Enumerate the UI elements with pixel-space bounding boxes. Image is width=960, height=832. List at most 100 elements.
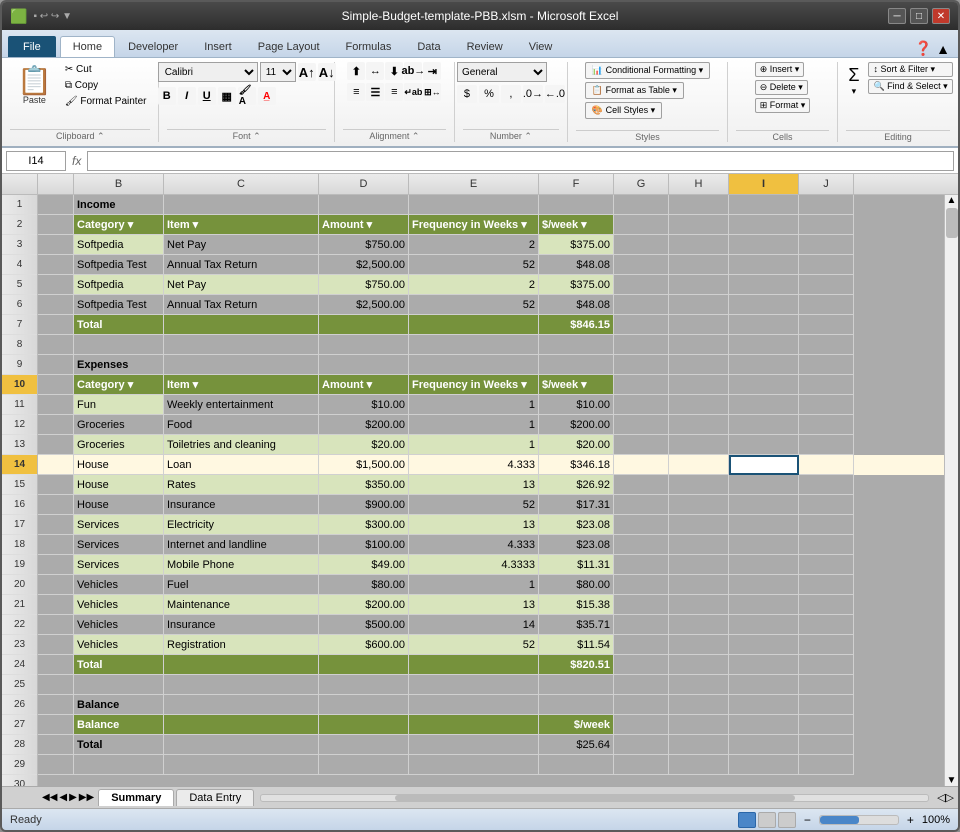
row-num-9[interactable]: 9 (2, 355, 37, 375)
row-num-30[interactable]: 30 (2, 775, 37, 786)
cell-I27[interactable] (729, 715, 799, 735)
cell-E9[interactable] (409, 355, 539, 375)
cut-button[interactable]: ✂ Cut (61, 62, 151, 77)
cell-G16[interactable] (614, 495, 669, 515)
cell-J15[interactable] (799, 475, 854, 495)
cell-E20[interactable]: 1 (409, 575, 539, 595)
cell-B22[interactable]: Vehicles (74, 615, 164, 635)
row-num-4[interactable]: 4 (2, 255, 37, 275)
cell-J11[interactable] (799, 395, 854, 415)
col-header-J[interactable]: J (799, 174, 854, 194)
cell-D3[interactable]: $750.00 (319, 235, 409, 255)
cell-D14[interactable]: $1,500.00 (319, 455, 409, 475)
cell-D11[interactable]: $10.00 (319, 395, 409, 415)
align-center-button[interactable]: ☰ (366, 83, 384, 101)
cell-B16[interactable]: House (74, 495, 164, 515)
cell-E16[interactable]: 52 (409, 495, 539, 515)
cell-J2[interactable] (799, 215, 854, 235)
cell-H15[interactable] (669, 475, 729, 495)
cell-B13[interactable]: Groceries (74, 435, 164, 455)
cell-B25[interactable] (74, 675, 164, 695)
col-header-A[interactable] (38, 174, 74, 194)
cell-J25[interactable] (799, 675, 854, 695)
cell-H24[interactable] (669, 655, 729, 675)
cell-C27[interactable] (164, 715, 319, 735)
cell-E8[interactable] (409, 335, 539, 355)
tab-review[interactable]: Review (454, 36, 516, 57)
cell-E2[interactable]: Frequency in Weeks ▾ (409, 215, 539, 235)
cell-H7[interactable] (669, 315, 729, 335)
increase-decimal-button[interactable]: .0→ (523, 85, 543, 103)
format-button[interactable]: ⊞ Format ▾ (755, 98, 811, 113)
cell-A1[interactable] (38, 195, 74, 215)
cell-C8[interactable] (164, 335, 319, 355)
row-num-27[interactable]: 27 (2, 715, 37, 735)
cell-J26[interactable] (799, 695, 854, 715)
currency-button[interactable]: $ (457, 85, 477, 103)
cell-J7[interactable] (799, 315, 854, 335)
conditional-formatting-button[interactable]: 📊 Conditional Formatting ▾ (585, 62, 710, 79)
row-num-26[interactable]: 26 (2, 695, 37, 715)
cell-D21[interactable]: $200.00 (319, 595, 409, 615)
sheet-scroll-right2-icon[interactable]: ▶▶ (79, 792, 94, 803)
cell-G22[interactable] (614, 615, 669, 635)
cell-A15[interactable] (38, 475, 74, 495)
cell-H3[interactable] (669, 235, 729, 255)
cell-F10[interactable]: $/week ▾ (539, 375, 614, 395)
cell-C14[interactable]: Loan (164, 455, 319, 475)
cell-C17[interactable]: Electricity (164, 515, 319, 535)
cell-I25[interactable] (729, 675, 799, 695)
number-format-select[interactable]: General (457, 62, 547, 82)
cell-F7[interactable]: $846.15 (539, 315, 614, 335)
cell-J5[interactable] (799, 275, 854, 295)
row-num-23[interactable]: 23 (2, 635, 37, 655)
cell-G18[interactable] (614, 535, 669, 555)
row-num-18[interactable]: 18 (2, 535, 37, 555)
cell-F12[interactable]: $200.00 (539, 415, 614, 435)
cell-G8[interactable] (614, 335, 669, 355)
cell-J17[interactable] (799, 515, 854, 535)
cell-C21[interactable]: Maintenance (164, 595, 319, 615)
cell-A21[interactable] (38, 595, 74, 615)
cell-H14[interactable] (669, 455, 729, 475)
cell-I29[interactable] (729, 755, 799, 775)
cell-E6[interactable]: 52 (409, 295, 539, 315)
cell-G19[interactable] (614, 555, 669, 575)
cell-C1[interactable] (164, 195, 319, 215)
cell-I26[interactable] (729, 695, 799, 715)
paste-button[interactable]: 📋 Paste (10, 62, 59, 110)
row-num-20[interactable]: 20 (2, 575, 37, 595)
cell-G4[interactable] (614, 255, 669, 275)
cell-G5[interactable] (614, 275, 669, 295)
cell-J19[interactable] (799, 555, 854, 575)
cell-H9[interactable] (669, 355, 729, 375)
cell-E12[interactable]: 1 (409, 415, 539, 435)
cell-I14[interactable] (729, 455, 799, 475)
cell-J6[interactable] (799, 295, 854, 315)
minimize-button[interactable]: ─ (888, 8, 906, 24)
cell-I15[interactable] (729, 475, 799, 495)
cell-E11[interactable]: 1 (409, 395, 539, 415)
font-color-button[interactable]: A̲ (258, 87, 276, 105)
cell-F29[interactable] (539, 755, 614, 775)
cell-G20[interactable] (614, 575, 669, 595)
border-button[interactable]: ▦ (218, 87, 236, 105)
cell-H11[interactable] (669, 395, 729, 415)
cell-J1[interactable] (799, 195, 854, 215)
cell-D22[interactable]: $500.00 (319, 615, 409, 635)
cell-B12[interactable]: Groceries (74, 415, 164, 435)
cell-E24[interactable] (409, 655, 539, 675)
cell-G7[interactable] (614, 315, 669, 335)
cell-F16[interactable]: $17.31 (539, 495, 614, 515)
cell-D20[interactable]: $80.00 (319, 575, 409, 595)
cell-F6[interactable]: $48.08 (539, 295, 614, 315)
col-header-C[interactable]: C (164, 174, 319, 194)
cell-B10[interactable]: Category ▾ (74, 375, 164, 395)
cell-D10[interactable]: Amount ▾ (319, 375, 409, 395)
cell-E5[interactable]: 2 (409, 275, 539, 295)
cell-G29[interactable] (614, 755, 669, 775)
cell-B9[interactable]: Expenses (74, 355, 164, 375)
cell-D8[interactable] (319, 335, 409, 355)
cell-D18[interactable]: $100.00 (319, 535, 409, 555)
row-num-15[interactable]: 15 (2, 475, 37, 495)
